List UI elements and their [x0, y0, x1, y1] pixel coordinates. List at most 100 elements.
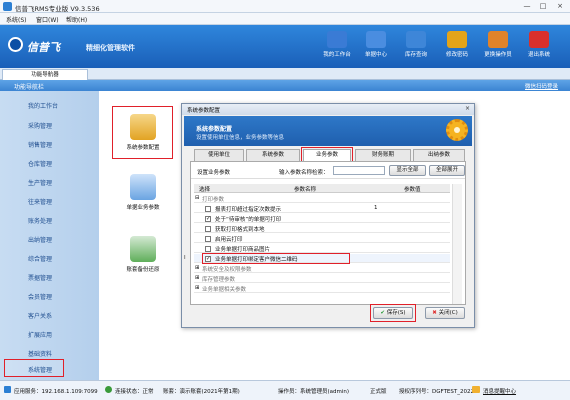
group-label: 打印参数 — [202, 197, 225, 203]
close-dialog-button[interactable]: ✖ 关闭(C) — [425, 307, 465, 319]
brand-slogan: 精细化管理软件 — [86, 44, 135, 52]
expand-all-label: 全部展开 — [435, 167, 458, 173]
message-icon — [472, 386, 480, 393]
group-row-inventory[interactable]: ⊞ 库存管理参数 — [194, 274, 450, 283]
status-bar: 应用服务：192.168.1.109:7099 连接状态：正常 账套：演示账套(… — [0, 380, 570, 400]
wechat-login-link[interactable]: 微信扫码登录 — [525, 82, 558, 90]
show-all-label: 显示全部 — [396, 167, 419, 173]
menu-bar: 系统(S) 窗口(W) 帮助(H) — [0, 13, 570, 25]
toolbar-change-password[interactable]: 修改密码 — [436, 28, 478, 66]
minimize-button[interactable]: — — [519, 1, 535, 12]
sidebar-item-workbench[interactable]: 我的工作台 — [28, 101, 58, 110]
param-row[interactable]: 业务单据打印商品图片 — [194, 244, 450, 253]
sidebar-item-invoice[interactable]: 票据管理 — [28, 273, 52, 282]
connection-icon — [105, 386, 112, 393]
sidebar-item-basic-data[interactable]: 基础资料 — [28, 349, 52, 358]
grid-header: 选择 参数名称 参数值 — [194, 184, 450, 193]
expand-icon: ⊞ — [195, 275, 200, 281]
row-cursor-icon: I — [184, 255, 186, 261]
nav-header-title: 功能导航栏 — [14, 84, 45, 91]
status-connection: 连接状态：正常 — [115, 389, 154, 395]
toolbar-exit-system[interactable]: 退出系统 — [518, 28, 560, 66]
toolbar-document-center[interactable]: 单据中心 — [355, 28, 397, 66]
param-row[interactable]: 报表打印超过指定次数提示 1 — [194, 204, 450, 213]
param-row[interactable]: 启用云打印 — [194, 234, 450, 243]
close-window-button[interactable]: × — [552, 1, 568, 12]
group-row-security[interactable]: ⊞ 系统安全及权限参数 — [194, 264, 450, 273]
sidebar-item-bookkeeping[interactable]: 账务处理 — [28, 216, 52, 225]
param-search-input[interactable] — [333, 166, 385, 175]
selected-row-highlight — [202, 253, 350, 264]
sidebar-item-purchase[interactable]: 采购管理 — [28, 121, 52, 130]
collapse-icon: ⊟ — [195, 195, 200, 201]
tab-cashier-params[interactable]: 出纳参数 — [413, 149, 465, 161]
param-row[interactable]: 获取打印格式到本地 — [194, 224, 450, 233]
document-icon — [366, 31, 386, 48]
server-icon — [4, 386, 11, 393]
status-operator: 操作员：系统管理员(admin) — [278, 389, 350, 395]
menu-system[interactable]: 系统(S) — [6, 15, 27, 24]
user-icon — [488, 31, 508, 48]
tab-system-params[interactable]: 系统参数 — [246, 149, 300, 161]
save-button[interactable]: ✔ 保存(S) — [373, 307, 413, 319]
param-row[interactable]: ✓ 处于“待审核”的单据可打印 — [194, 214, 450, 223]
maximize-button[interactable]: □ — [535, 1, 551, 12]
sidebar-item-cashier[interactable]: 出纳管理 — [28, 235, 52, 244]
tab-unit[interactable]: 使用单位 — [194, 149, 244, 161]
menu-help[interactable]: 帮助(H) — [66, 15, 87, 24]
sidebar-item-member[interactable]: 会员管理 — [28, 292, 52, 301]
param-checkbox[interactable] — [205, 205, 211, 212]
module-system-params[interactable]: 系统参数配置 — [110, 114, 176, 151]
sidebar-item-general[interactable]: 综合管理 — [28, 254, 52, 263]
sidebar: 我的工作台 采购管理 销售管理 仓库管理 生产管理 往来管理 账务处理 出纳管理… — [0, 91, 99, 380]
monitor-icon — [327, 31, 347, 48]
group-row-print[interactable]: ⊟ 打印参数 — [194, 194, 450, 203]
sidebar-item-crm[interactable]: 客户关系 — [28, 311, 52, 320]
tab-fiscal-period[interactable]: 财务账期 — [355, 149, 411, 161]
sidebar-item-warehouse[interactable]: 仓库管理 — [28, 159, 52, 168]
brand-logo-icon — [8, 37, 23, 52]
param-value[interactable]: 1 — [374, 205, 378, 211]
gear-icon — [446, 119, 468, 141]
sidebar-item-sales[interactable]: 销售管理 — [28, 140, 52, 149]
param-name: 业务单据打印商品图片 — [215, 247, 271, 253]
dialog-close-x-button[interactable]: × — [463, 105, 472, 113]
group-label: 库存管理参数 — [202, 277, 236, 283]
param-checkbox[interactable] — [205, 245, 211, 252]
title-bar: 信普飞RMS专业版 V9.3.536 — □ × — [0, 0, 570, 13]
expand-all-button[interactable]: 全部展开 — [429, 165, 465, 176]
module-backup-restore[interactable]: 账套备份还原 — [110, 236, 176, 273]
group-row-documents[interactable]: ⊞ 业务单据相关参数 — [194, 284, 450, 293]
close-icon — [529, 31, 549, 48]
dialog-header: 系统参数配置 设置使用单位信息，业务参数等信息 — [184, 116, 472, 146]
show-all-button[interactable]: 显示全部 — [389, 165, 426, 176]
grid-scrollbar[interactable] — [452, 184, 462, 304]
toolbar-my-workbench[interactable]: 我的工作台 — [316, 28, 358, 66]
divider — [191, 178, 465, 179]
col-param-value: 参数值 — [404, 187, 421, 193]
sidebar-item-system[interactable]: 系统管理 — [28, 365, 52, 374]
col-select: 选择 — [199, 187, 211, 193]
warehouse-icon — [406, 31, 426, 48]
panel-heading: 设置业务参数 — [197, 170, 231, 176]
expand-icon: ⊞ — [195, 285, 200, 291]
status-server: 应用服务：192.168.1.109:7099 — [14, 389, 98, 395]
param-checkbox[interactable] — [205, 225, 211, 232]
toolbar-switch-operator[interactable]: 更换操作员 — [477, 28, 519, 66]
param-name: 获取打印格式到本地 — [215, 227, 265, 233]
save-label: 保存(S) — [386, 310, 406, 316]
sidebar-item-accounts[interactable]: 往来管理 — [28, 197, 52, 206]
module-document-params[interactable]: 单据业务参数 — [110, 174, 176, 211]
tab-function-navigator[interactable]: 功能导航器 — [2, 69, 88, 80]
sidebar-item-production[interactable]: 生产管理 — [28, 178, 52, 187]
message-center-link[interactable]: 消息提醒中心 — [483, 387, 516, 395]
menu-window[interactable]: 窗口(W) — [36, 15, 59, 24]
param-checkbox[interactable] — [205, 235, 211, 242]
sidebar-item-extensions[interactable]: 扩展应用 — [28, 330, 52, 339]
toolbar-inventory-query[interactable]: 库存查询 — [395, 28, 437, 66]
database-restore-icon — [130, 236, 156, 262]
brand-name: 信普飞 — [27, 41, 60, 54]
param-checkbox[interactable]: ✓ — [205, 215, 211, 222]
dialog-header-subtitle: 设置使用单位信息，业务参数等信息 — [196, 135, 285, 141]
param-name: 报表打印超过指定次数提示 — [215, 207, 282, 213]
